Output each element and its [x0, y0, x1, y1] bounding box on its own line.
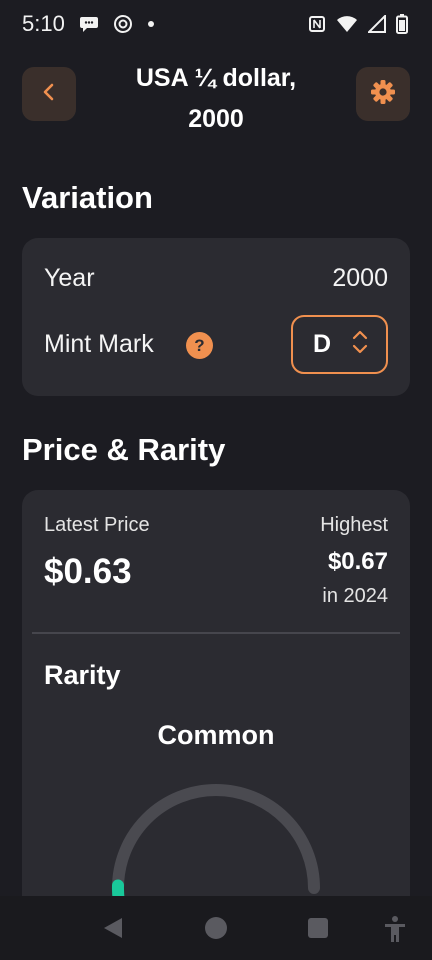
chevron-left-icon — [38, 81, 60, 108]
nav-recents-icon[interactable] — [307, 916, 329, 945]
page-title-line2: 2000 — [188, 105, 244, 133]
rarity-label: Rarity — [44, 660, 121, 690]
latest-price-label: Latest Price — [44, 514, 150, 536]
mint-mark-value: D — [313, 330, 332, 358]
header: USA ¼ dollar, 2000 — [0, 56, 432, 136]
highest-label: Highest — [320, 514, 388, 536]
wifi-icon — [336, 15, 358, 33]
notification-dot-icon — [147, 20, 155, 28]
battery-icon — [396, 14, 408, 34]
accessibility-icon[interactable] — [384, 916, 406, 947]
nav-home-icon[interactable] — [205, 916, 227, 945]
page-title-line1: USA ¼ dollar, — [135, 64, 297, 92]
nav-back-icon[interactable] — [102, 916, 124, 945]
year-value: 2000 — [332, 264, 388, 292]
mint-mark-select[interactable]: D — [291, 315, 388, 374]
chat-bubble-icon — [79, 14, 99, 34]
navigation-bar — [0, 896, 432, 960]
page-title: USA ¼ dollar, 2000 — [90, 58, 342, 140]
back-button[interactable] — [22, 67, 76, 121]
chevron-up-down-icon — [351, 329, 369, 360]
status-left: 5:10 — [22, 11, 155, 37]
status-bar: 5:10 — [0, 0, 432, 48]
highest-value: $0.67 — [327, 548, 388, 575]
help-icon[interactable]: ? — [186, 332, 213, 359]
gear-icon — [369, 78, 397, 111]
status-time: 5:10 — [22, 11, 65, 36]
highest-year: in 2024 — [322, 585, 388, 607]
threads-app-icon — [113, 14, 133, 34]
gauge-track — [112, 784, 320, 894]
divider — [32, 632, 400, 634]
mint-mark-label: Mint Mark — [44, 330, 154, 358]
rarity-value: Common — [157, 720, 275, 750]
latest-price-value: $0.63 — [44, 552, 132, 591]
variation-section-title: Variation — [22, 180, 153, 215]
variation-card: Year 2000 Mint Mark ? D — [22, 238, 410, 396]
status-icons — [308, 14, 408, 34]
signal-icon — [368, 15, 386, 33]
year-label: Year — [44, 264, 95, 292]
rarity-gauge — [111, 784, 320, 910]
nfc-icon — [308, 15, 326, 33]
settings-button[interactable] — [356, 67, 410, 121]
price-rarity-card: Latest Price $0.63 Highest $0.67 in 2024… — [22, 490, 410, 910]
price-rarity-section-title: Price & Rarity — [22, 432, 226, 467]
